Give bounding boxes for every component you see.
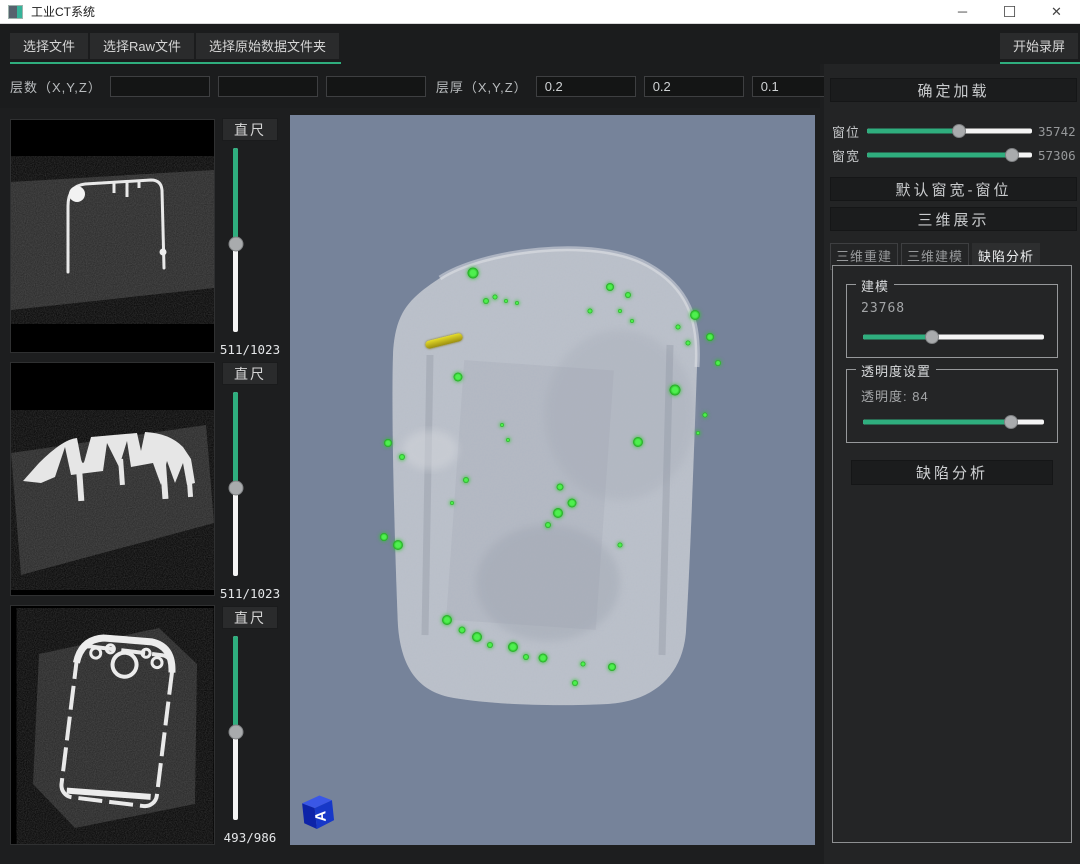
thickness-label: 层厚（X,Y,Z） — [436, 77, 528, 96]
transparency-group-title: 透明度设置 — [856, 361, 936, 380]
maximize-button[interactable]: ☐ — [986, 0, 1033, 23]
slice-counter-1: 511/1023 — [218, 342, 282, 357]
transparency-value-label: 透明度: 84 — [861, 386, 929, 405]
app-icon — [9, 6, 22, 18]
default-window-button[interactable]: 默认窗宽-窗位 — [830, 177, 1077, 201]
slider-thumb[interactable] — [228, 480, 243, 495]
slider-thumb[interactable] — [952, 124, 966, 138]
slice-slider-3[interactable] — [222, 636, 278, 820]
window-level-slider[interactable] — [867, 123, 1032, 139]
ct-slice-view-2[interactable] — [10, 362, 215, 596]
slice-slider-1[interactable] — [222, 148, 278, 332]
window-controls: ─ ☐ ✕ — [939, 0, 1080, 23]
window-level-label: 窗位 — [832, 122, 864, 141]
window-width-slider[interactable] — [867, 147, 1032, 163]
select-raw-file-button[interactable]: 选择Raw文件 — [90, 33, 194, 59]
thickness-x-input[interactable] — [536, 76, 636, 97]
ct-slice-view-1[interactable] — [10, 119, 215, 353]
modeling-group-title: 建模 — [856, 276, 894, 295]
start-recording-button[interactable]: 开始录屏 — [1000, 33, 1078, 59]
layers-z-input[interactable] — [326, 76, 426, 97]
modeling-threshold-slider[interactable] — [863, 329, 1044, 345]
select-raw-data-folder-button[interactable]: 选择原始数据文件夹 — [196, 33, 339, 59]
window-width-value: 57306 — [1038, 148, 1078, 163]
defect-analysis-button[interactable]: 缺陷分析 — [851, 460, 1053, 485]
slider-track[interactable] — [863, 335, 1044, 340]
ruler-button-3[interactable]: 直尺 — [222, 606, 278, 629]
slider-thumb[interactable] — [228, 236, 243, 251]
layers-x-input[interactable] — [110, 76, 210, 97]
window-width-label: 窗宽 — [832, 146, 864, 165]
modeling-threshold-value: 23768 — [861, 301, 905, 316]
3d-model-render — [290, 115, 815, 845]
slider-track[interactable] — [867, 129, 1032, 134]
slice-counter-2: 511/1023 — [218, 586, 282, 601]
defect-analysis-pane: 建模 23768 透明度设置 透明度: 84 缺陷分析 — [832, 265, 1072, 843]
select-file-button[interactable]: 选择文件 — [10, 33, 88, 59]
window-level-value: 35742 — [1038, 124, 1078, 139]
slider-thumb[interactable] — [925, 330, 939, 344]
confirm-load-button[interactable]: 确定加载 — [830, 78, 1077, 102]
transparency-group: 透明度设置 透明度: 84 — [846, 369, 1058, 443]
ct-slice-view-3[interactable] — [10, 605, 215, 845]
thickness-y-input[interactable] — [644, 76, 744, 97]
3d-viewport[interactable]: A — [290, 115, 815, 845]
svg-text:A: A — [312, 810, 329, 822]
ruler-button-1[interactable]: 直尺 — [222, 118, 278, 141]
window-level-row: 窗位 35742 — [832, 123, 1078, 139]
orientation-cube-icon[interactable]: A — [296, 791, 336, 831]
display-3d-button[interactable]: 三维展示 — [830, 207, 1077, 231]
title-bar: 工业CT系统 ─ ☐ ✕ — [0, 0, 1080, 24]
layers-label: 层数（X,Y,Z） — [10, 77, 102, 96]
minimize-button[interactable]: ─ — [939, 0, 986, 23]
file-button-group: 选择文件 选择Raw文件 选择原始数据文件夹 — [10, 33, 341, 64]
slider-thumb[interactable] — [1004, 415, 1018, 429]
slice-slider-2[interactable] — [222, 392, 278, 576]
slider-thumb[interactable] — [1005, 148, 1019, 162]
params-toolbar: 层数（X,Y,Z） 层厚（X,Y,Z） — [0, 64, 820, 108]
window-width-row: 窗宽 57306 — [832, 147, 1078, 163]
ruler-button-2[interactable]: 直尺 — [222, 362, 278, 385]
window-title: 工业CT系统 — [31, 3, 95, 20]
file-toolbar: 选择文件 选择Raw文件 选择原始数据文件夹 开始录屏 — [0, 24, 1080, 64]
slice-counter-3: 493/986 — [218, 830, 282, 845]
record-button-wrap: 开始录屏 — [1000, 33, 1080, 64]
close-button[interactable]: ✕ — [1033, 0, 1080, 23]
layers-y-input[interactable] — [218, 76, 318, 97]
modeling-group: 建模 23768 — [846, 284, 1058, 358]
transparency-slider[interactable] — [863, 414, 1044, 430]
slider-thumb[interactable] — [228, 724, 243, 739]
